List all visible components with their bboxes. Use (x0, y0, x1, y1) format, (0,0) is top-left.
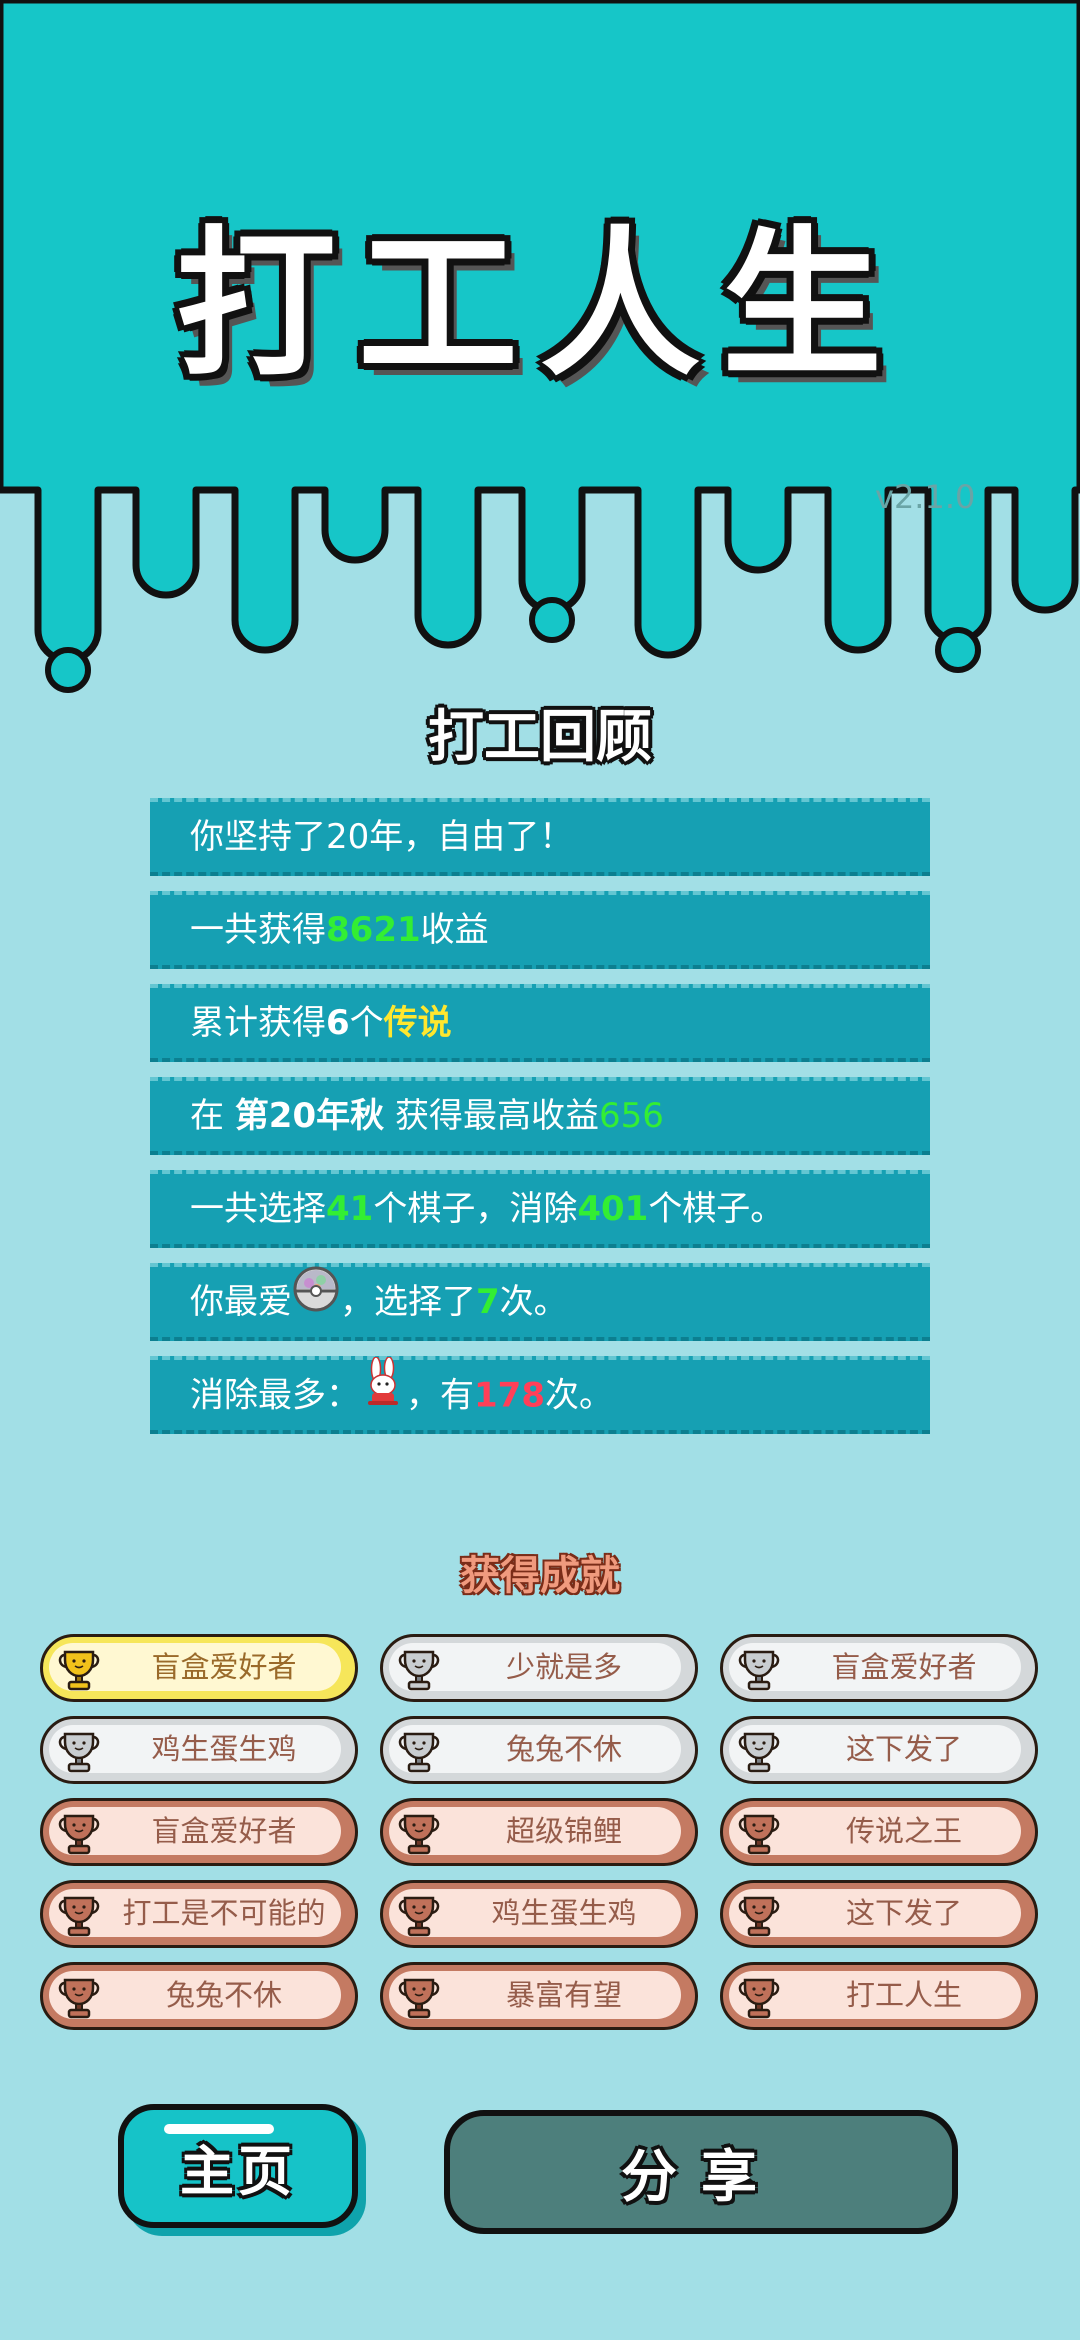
favorite-times-value: 7 (476, 1282, 500, 1322)
drip-drop (529, 597, 575, 643)
achievement-label: 超级锦鲤 (505, 1814, 622, 1848)
game-title: 打工人生 (175, 211, 904, 398)
trophy-icon (738, 1978, 780, 2019)
achievement-label: 传说之王 (845, 1814, 962, 1848)
stat-text: 个棋子。 (648, 1189, 785, 1229)
stat-row-best-season: 在 第20年秋 获得最高收益656 (150, 1077, 930, 1155)
review-title: 打工回顾 (428, 705, 652, 770)
achievement-label: 盲盒爱好者 (151, 1650, 297, 1684)
achievement-badge: 盲盒爱好者 (40, 1634, 358, 1702)
stat-row-legends: 累计获得6个传说 (150, 984, 930, 1062)
legend-count-value: 6 (326, 1003, 350, 1043)
achievement-badge: 这下发了 (720, 1880, 1038, 1948)
version-label: v2.1.0 (875, 478, 976, 516)
trophy-icon (58, 1650, 100, 1691)
achievement-badge: 兔兔不休 (40, 1962, 358, 2030)
achievement-label: 打工是不可能的 (122, 1896, 326, 1930)
achievement-badge: 打工人生 (720, 1962, 1038, 2030)
stat-row-years: 你坚持了20年，自由了！ (150, 798, 930, 876)
drip-drop (45, 647, 91, 693)
best-earnings-value: 656 (598, 1096, 664, 1136)
trophy-icon (738, 1732, 780, 1773)
most-removed-times-value: 178 (474, 1375, 545, 1416)
button-shine (164, 2124, 274, 2134)
trophy-icon (398, 1814, 440, 1855)
trophy-icon (58, 1732, 100, 1773)
removed-count-value: 401 (577, 1189, 649, 1229)
achievement-badge: 少就是多 (380, 1634, 698, 1702)
stat-text: 个棋子，消除 (373, 1189, 578, 1229)
achievement-label: 鸡生蛋生鸡 (151, 1732, 297, 1766)
rabbit-icon (360, 1356, 406, 1431)
trophy-icon (738, 1896, 780, 1937)
trophy-icon (398, 1978, 440, 2019)
achievement-badge: 暴富有望 (380, 1962, 698, 2030)
trophy-icon (58, 1978, 100, 2019)
achievement-badge: 这下发了 (720, 1716, 1038, 1784)
achievement-badge: 传说之王 (720, 1798, 1038, 1866)
stat-text: 一共选择 (190, 1189, 326, 1229)
blind-box-ball-icon (292, 1265, 340, 1337)
drip-drop (935, 627, 981, 673)
achievement-badge: 打工是不可能的 (40, 1880, 358, 1948)
achievement-label: 兔兔不休 (165, 1978, 282, 2012)
achievement-label: 鸡生蛋生鸡 (491, 1896, 637, 1930)
achievement-badge: 兔兔不休 (380, 1716, 698, 1784)
achievement-label: 盲盒爱好者 (151, 1814, 297, 1848)
total-earnings-value: 8621 (326, 910, 421, 950)
stat-row-favorite: 你最爱 ，选择了7次。 (150, 1263, 930, 1341)
share-button-label: 分享 (621, 2144, 781, 2210)
stat-text: 一共获得 (190, 910, 326, 950)
stat-text: 次。 (499, 1282, 568, 1322)
legend-label: 传说 (383, 1003, 452, 1043)
stat-row-pieces: 一共选择41个棋子，消除401个棋子。 (150, 1170, 930, 1248)
stat-text: 在 (190, 1096, 235, 1136)
achievement-badge: 盲盒爱好者 (720, 1634, 1038, 1702)
stat-text: 你最爱 (190, 1282, 292, 1322)
achievement-badge: 鸡生蛋生鸡 (380, 1880, 698, 1948)
stat-row-earnings: 一共获得8621收益 (150, 891, 930, 969)
achievement-label: 盲盒爱好者 (831, 1650, 977, 1684)
achievement-badge: 盲盒爱好者 (40, 1798, 358, 1866)
stat-text: 次。 (544, 1375, 613, 1416)
achievement-badge: 鸡生蛋生鸡 (40, 1716, 358, 1784)
stat-text: 个 (349, 1003, 384, 1043)
stat-text: 获得最高收益 (384, 1096, 599, 1136)
trophy-icon (398, 1732, 440, 1773)
achievement-label: 兔兔不休 (505, 1732, 622, 1766)
achievement-label: 这下发了 (845, 1896, 962, 1930)
stat-text: ，有 (406, 1375, 474, 1416)
achievement-label: 少就是多 (505, 1650, 622, 1684)
stat-text: 累计获得 (190, 1003, 326, 1043)
stat-text: 收益 (420, 910, 489, 950)
trophy-icon (738, 1814, 780, 1855)
trophy-icon (398, 1650, 440, 1691)
stat-text: 你坚持了20年，自由了！ (190, 817, 574, 857)
trophy-icon (738, 1650, 780, 1691)
best-season-value: 第20年秋 (234, 1096, 385, 1136)
achievement-label: 暴富有望 (505, 1978, 622, 2012)
share-button[interactable]: 分享 (444, 2110, 958, 2234)
achievement-label: 这下发了 (845, 1732, 962, 1766)
achievement-badge: 超级锦鲤 (380, 1798, 698, 1866)
chosen-count-value: 41 (326, 1189, 374, 1229)
trophy-icon (58, 1896, 100, 1937)
achievements-title: 获得成就 (460, 1553, 620, 1599)
stat-row-most-removed: 消除最多： ，有178次。 (150, 1356, 930, 1434)
home-button[interactable]: 主页 (118, 2104, 358, 2228)
achievement-label: 打工人生 (845, 1978, 962, 2012)
trophy-icon (398, 1896, 440, 1937)
stat-text: 消除最多： (190, 1375, 360, 1416)
trophy-icon (58, 1814, 100, 1855)
home-button-label: 主页 (180, 2139, 296, 2203)
stat-text: ，选择了 (340, 1282, 476, 1322)
